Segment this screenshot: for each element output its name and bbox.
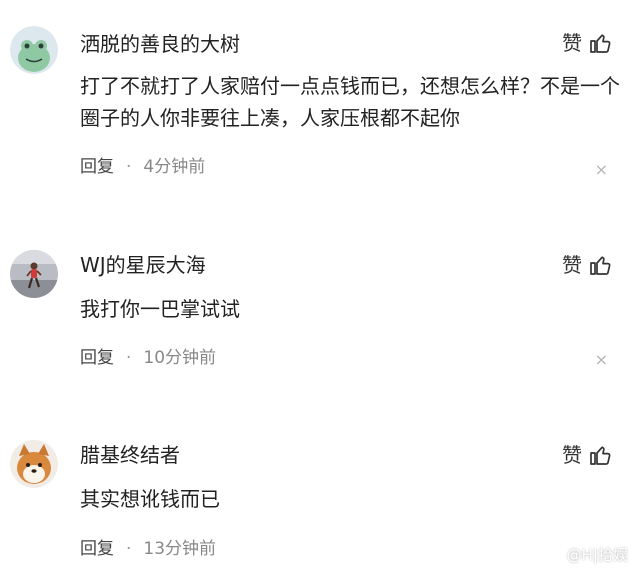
- comment-time: 10分钟前: [143, 348, 217, 368]
- comment-meta: 回复 · 4分钟前: [80, 156, 205, 178]
- thumbs-up-icon: [590, 446, 611, 465]
- like-button[interactable]: 赞: [562, 442, 612, 468]
- comment-meta: 回复 · 13分钟前: [80, 538, 216, 560]
- comment-text: 我打你一巴掌试试: [80, 297, 240, 321]
- comment-username[interactable]: 腊基终结者: [80, 442, 180, 468]
- close-icon[interactable]: ×: [595, 160, 608, 179]
- reply-button[interactable]: 回复: [80, 156, 114, 178]
- comment-time: 4分钟前: [143, 157, 206, 177]
- comment-item: WJ的星辰大海 赞 我打你一巴掌试试 回复 · 10分钟前 ×: [0, 200, 640, 390]
- avatar[interactable]: [10, 250, 58, 298]
- separator-dot: ·: [126, 348, 132, 368]
- reply-button[interactable]: 回复: [80, 538, 114, 560]
- avatar[interactable]: [10, 26, 58, 74]
- avatar[interactable]: [10, 440, 58, 488]
- runner-avatar-icon: [10, 250, 58, 298]
- comment-meta: 回复 · 10分钟前: [80, 347, 216, 369]
- like-button[interactable]: 赞: [562, 252, 612, 278]
- like-label: 赞: [562, 31, 582, 55]
- thumbs-up-icon: [590, 256, 611, 275]
- watermark: @H|拾娱: [544, 544, 628, 565]
- frog-avatar-icon: [10, 26, 58, 74]
- comment-text: 打了不就打了人家赔付一点点钱而已，还想怎么样？不是一个圈子的人你非要往上凑，人家…: [80, 74, 620, 130]
- headline-logo-icon: [544, 545, 563, 564]
- like-label: 赞: [562, 443, 582, 467]
- close-icon[interactable]: ×: [595, 350, 608, 369]
- reply-button[interactable]: 回复: [80, 347, 114, 369]
- thumbs-up-icon: [590, 34, 611, 53]
- comment-username[interactable]: 洒脱的善良的大树: [80, 31, 240, 57]
- like-label: 赞: [562, 253, 582, 277]
- watermark-text: @H|拾娱: [566, 546, 628, 564]
- like-button[interactable]: 赞: [562, 30, 612, 56]
- separator-dot: ·: [126, 539, 132, 559]
- comment-item: 洒脱的善良的大树 赞 打了不就打了人家赔付一点点钱而已，还想怎么样？不是一个圈子…: [0, 0, 640, 200]
- separator-dot: ·: [126, 157, 132, 177]
- comment-text: 其实想讹钱而已: [80, 487, 220, 511]
- comment-username[interactable]: WJ的星辰大海: [80, 252, 206, 278]
- comment-time: 13分钟前: [143, 539, 217, 559]
- shiba-dog-avatar-icon: [10, 440, 58, 488]
